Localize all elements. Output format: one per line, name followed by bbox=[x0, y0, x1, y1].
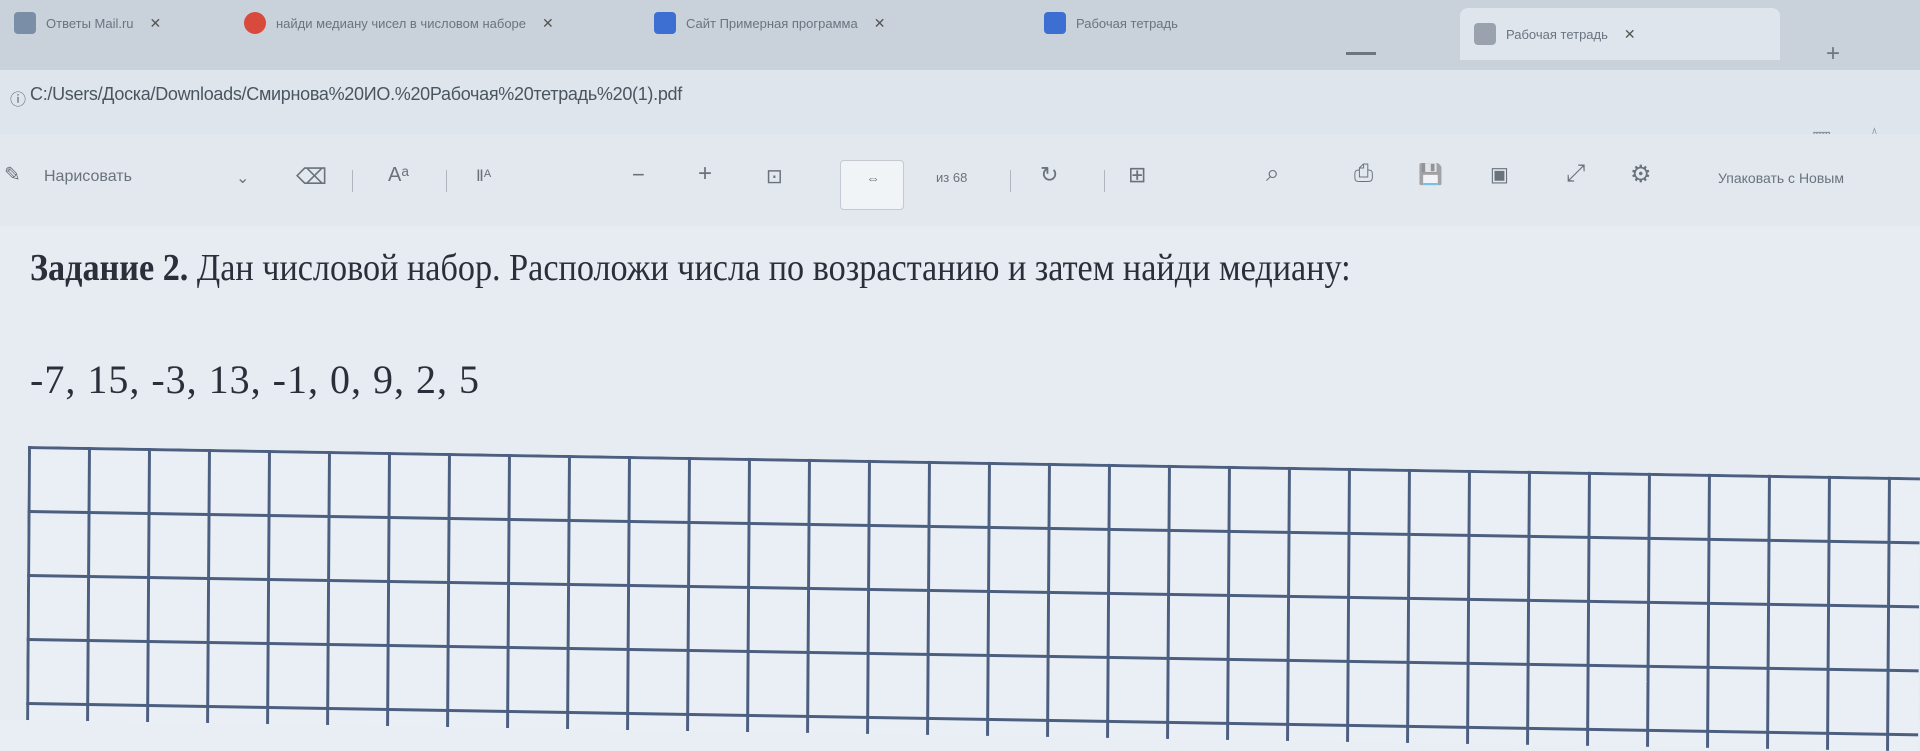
close-icon[interactable]: ✕ bbox=[150, 15, 162, 32]
page-number-value: ⇔ bbox=[866, 170, 880, 186]
rotate-button[interactable]: ↻ bbox=[1040, 162, 1058, 188]
tab-label: Рабочая тетрадь bbox=[1506, 26, 1608, 42]
browser-tab[interactable]: Рабочая тетрадь bbox=[1030, 0, 1260, 46]
tab-favicon bbox=[1044, 12, 1066, 34]
save-icon[interactable]: 💾 bbox=[1418, 162, 1443, 187]
browser-tab[interactable]: Сайт Примерная программа ✕ bbox=[640, 0, 1020, 46]
browser-tab[interactable]: найди медиану чисел в числовом наборе ✕ bbox=[230, 0, 630, 46]
read-aloud-button[interactable]: Ⅱᴬ bbox=[476, 166, 491, 186]
tab-favicon bbox=[654, 12, 676, 34]
answer-grid bbox=[26, 446, 1920, 751]
zoom-out-button[interactable]: − bbox=[632, 162, 645, 188]
tab-label: Рабочая тетрадь bbox=[1076, 15, 1178, 31]
browser-tab-strip: Ответы Mail.ru ✕ найди медиану чисел в ч… bbox=[0, 0, 1920, 70]
browser-tab-active[interactable]: Рабочая тетрадь ✕ bbox=[1460, 8, 1780, 60]
draw-button[interactable]: Нарисовать bbox=[44, 168, 132, 186]
fullscreen-icon[interactable]: ⤢ bbox=[1566, 160, 1585, 188]
task-heading: Задание 2. Дан числовой набор. Расположи… bbox=[30, 246, 1351, 290]
tab-favicon bbox=[244, 12, 266, 34]
settings-icon[interactable]: ⚙ bbox=[1630, 160, 1652, 189]
close-icon[interactable]: ✕ bbox=[1624, 26, 1636, 43]
task-text: Дан числовой набор. Расположи числа по в… bbox=[188, 247, 1351, 289]
info-icon[interactable]: ⓘ bbox=[10, 86, 26, 110]
fit-page-button[interactable]: ⊡ bbox=[766, 164, 783, 189]
tab-label: Сайт Примерная программа bbox=[686, 15, 858, 31]
new-tab-button[interactable]: + bbox=[1826, 40, 1840, 68]
tab-label: найди медиану чисел в числовом наборе bbox=[276, 15, 527, 31]
save-as-icon[interactable]: ▣ bbox=[1490, 162, 1509, 187]
pen-icon[interactable]: ✎ bbox=[4, 162, 21, 187]
toolbar-divider bbox=[1010, 170, 1011, 192]
toolbar-divider bbox=[446, 170, 447, 192]
close-icon[interactable]: ✕ bbox=[874, 15, 886, 32]
pdf-toolbar: ✎ Нарисовать ⌄ ⌫ Aᵃ Ⅱᴬ − + ⊡ ⇔ из 68 ↻ ⊞… bbox=[0, 134, 1920, 227]
number-set: -7, 15, -3, 13, -1, 0, 9, 2, 5 bbox=[30, 357, 480, 402]
toolbar-divider bbox=[1104, 170, 1105, 192]
minimize-icon[interactable] bbox=[1346, 52, 1376, 55]
page-count: из 68 bbox=[936, 170, 968, 185]
close-icon[interactable]: ✕ bbox=[542, 15, 554, 32]
toolbar-divider bbox=[352, 170, 353, 192]
tab-favicon bbox=[1474, 23, 1496, 45]
view-mode-button[interactable]: Упаковать с Новым bbox=[1718, 170, 1844, 186]
tab-label: Ответы Mail.ru bbox=[46, 15, 134, 31]
address-bar: ⓘ C:/Users/Доска/Downloads/Смирнова%20ИО… bbox=[0, 70, 1920, 152]
zoom-in-button[interactable]: + bbox=[698, 160, 712, 188]
print-icon[interactable]: ⎙ bbox=[1354, 160, 1373, 188]
search-icon[interactable]: ⌕ bbox=[1266, 160, 1279, 188]
browser-tab[interactable]: Ответы Mail.ru ✕ bbox=[0, 0, 220, 46]
text-size-button[interactable]: Aᵃ bbox=[388, 164, 409, 187]
eraser-icon[interactable]: ⌫ bbox=[296, 164, 327, 190]
tab-favicon bbox=[14, 12, 36, 34]
task-number: Задание 2. bbox=[30, 247, 189, 289]
page-view-button[interactable]: ⊞ bbox=[1128, 162, 1146, 188]
chevron-down-icon[interactable]: ⌄ bbox=[236, 168, 249, 188]
url-field[interactable]: C:/Users/Доска/Downloads/Смирнова%20ИО.%… bbox=[30, 84, 682, 105]
pdf-page: Задание 2. Дан числовой набор. Расположи… bbox=[0, 226, 1920, 751]
